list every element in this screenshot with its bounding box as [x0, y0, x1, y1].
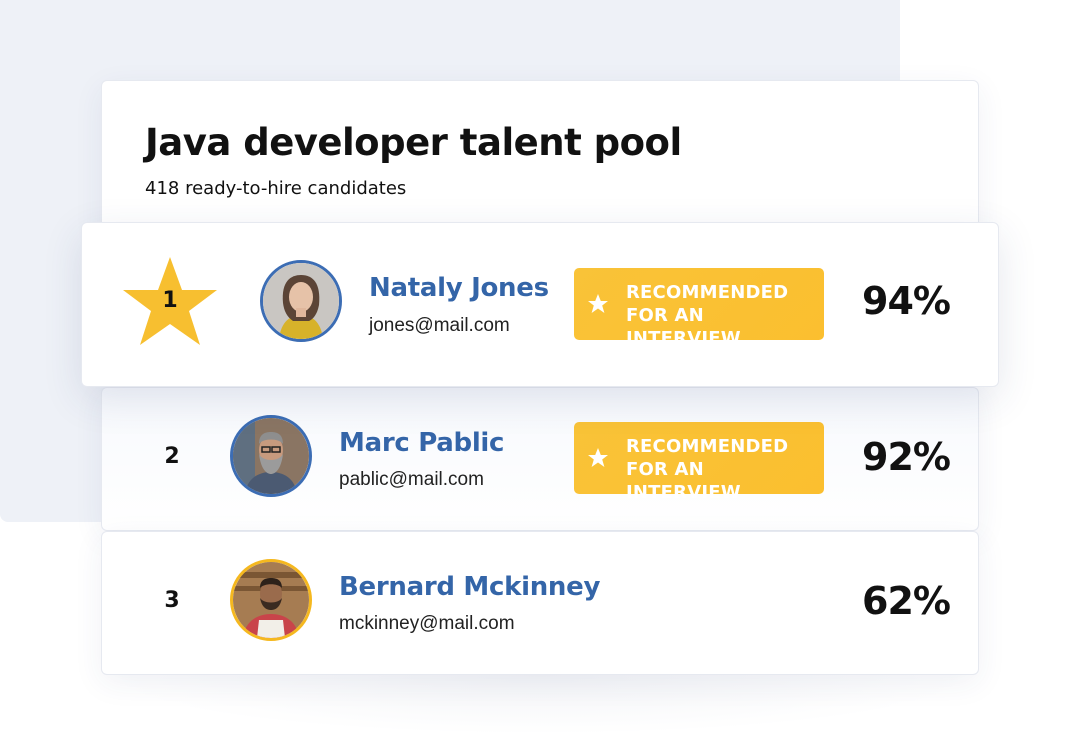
badge-label: Recommended for an interview	[626, 282, 789, 349]
candidate-name[interactable]: Marc Pablic	[339, 428, 504, 458]
match-score: 62%	[862, 579, 951, 623]
recommended-badge: Recommended for an interview	[574, 268, 824, 349]
avatar[interactable]	[230, 559, 312, 641]
candidate-count: 418 ready-to-hire candidates	[145, 178, 407, 199]
avatar[interactable]	[260, 260, 342, 342]
avatar[interactable]	[230, 415, 312, 497]
candidate-email: mckinney@mail.com	[339, 613, 515, 634]
badge-label: Recommended for an interview	[626, 436, 789, 503]
match-score: 92%	[862, 435, 951, 479]
star-icon	[588, 294, 608, 313]
person-portrait-man-beard-icon	[233, 418, 309, 494]
page-title: Java developer talent pool	[145, 121, 682, 164]
rank-number: 1	[162, 288, 178, 313]
match-score: 94%	[862, 279, 951, 323]
recommended-badge: Recommended for an interview	[574, 422, 824, 503]
candidate-row-1[interactable]: 1 Nataly Jones jones@mail.com Recommende…	[81, 222, 999, 387]
candidate-email: pablic@mail.com	[339, 469, 484, 490]
talent-pool-header: Java developer talent pool 418 ready-to-…	[101, 80, 979, 240]
candidate-name[interactable]: Nataly Jones	[369, 273, 549, 303]
candidate-email: jones@mail.com	[369, 315, 510, 336]
candidate-row-3[interactable]: 3 Bernard Mckinney mckinney@mail.com 62%	[101, 531, 979, 675]
candidate-name[interactable]: Bernard Mckinney	[339, 572, 600, 602]
card-shadow	[101, 675, 979, 735]
candidate-row-2[interactable]: 2 Marc Pablic pablic@mail.com Recommende…	[101, 387, 979, 531]
rank-number: 2	[164, 444, 180, 469]
rank-number: 3	[164, 588, 180, 613]
person-portrait-woman-icon	[263, 263, 339, 339]
star-icon	[588, 448, 608, 467]
top-rank-star-icon: 1	[122, 255, 218, 347]
person-portrait-man-apron-icon	[233, 562, 309, 638]
